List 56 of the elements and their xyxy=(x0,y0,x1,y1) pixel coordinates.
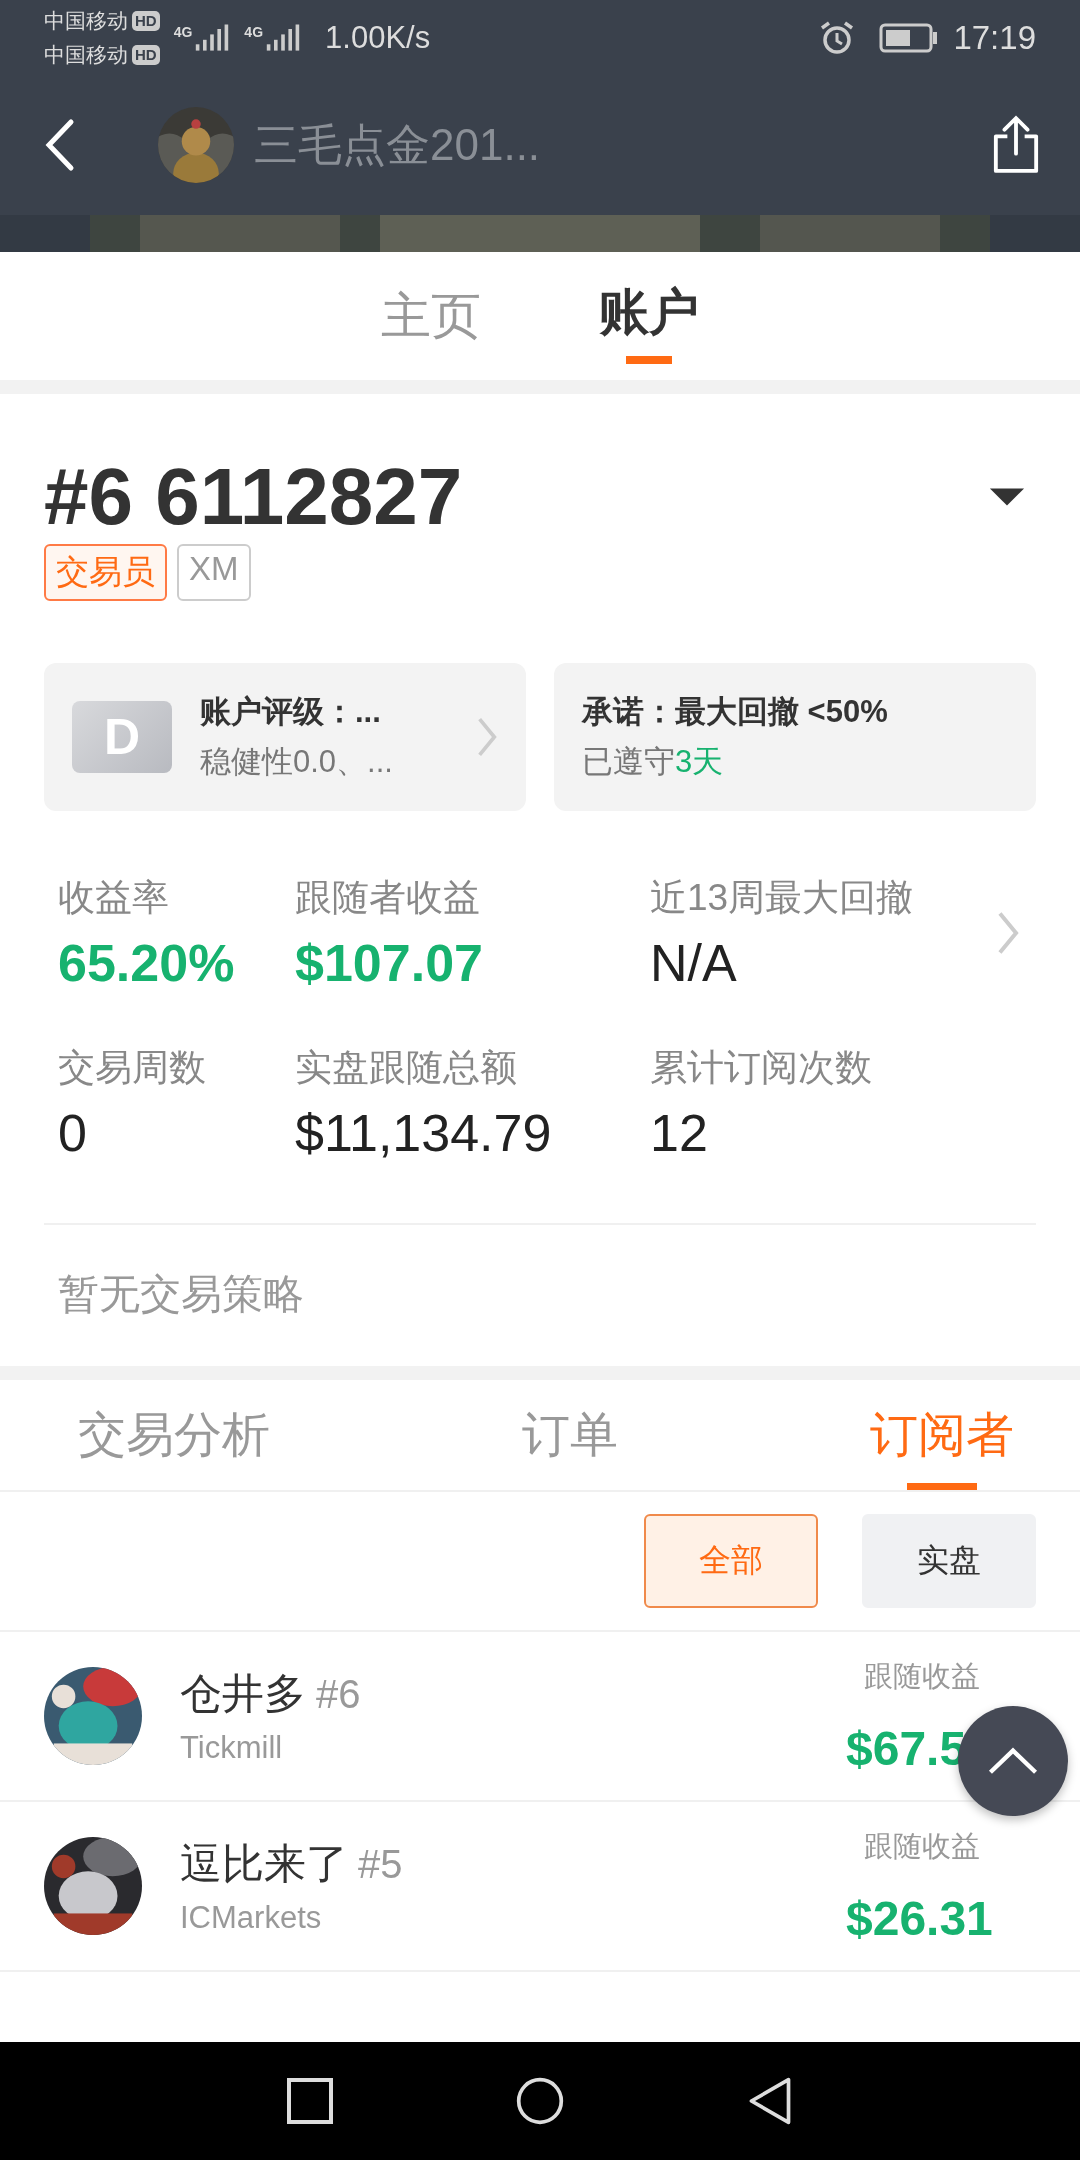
page-title: 三毛点金201... xyxy=(254,118,541,171)
broker-name: Tickmill xyxy=(180,1730,284,1766)
card-subtitle: 稳健性0.0、... xyxy=(200,743,394,781)
stat-value: $11,134.79 xyxy=(295,1103,553,1163)
compliance-status: 已遵守 xyxy=(582,744,675,779)
tab[interactable]: 主页 xyxy=(377,252,485,380)
carrier-name: 中国移动 xyxy=(44,41,128,68)
stat-value: N/A xyxy=(650,933,738,993)
signal-icon xyxy=(194,23,231,52)
tag: XM xyxy=(177,544,251,601)
card-title: 账户评级：... xyxy=(200,693,382,731)
network-speed: 1.00K/s xyxy=(325,19,431,56)
subscriber-name: 逗比来了 xyxy=(180,1839,348,1889)
subscriber-rank: #6 xyxy=(316,1672,361,1717)
strategy-text: 暂无交易策略 xyxy=(57,1270,305,1319)
home-icon[interactable] xyxy=(515,2076,565,2126)
stat-value: $107.07 xyxy=(295,933,484,993)
tag: 交易员 xyxy=(44,544,167,601)
stat-label: 交易周数 xyxy=(58,1046,207,1090)
hd-badge: HD xyxy=(132,10,160,31)
share-icon[interactable] xyxy=(992,115,1040,175)
grade-badge: D xyxy=(72,701,172,773)
network-type: 4G xyxy=(173,23,193,40)
clock-time: 17:19 xyxy=(953,18,1036,57)
account-number: #6 6112827 xyxy=(44,452,463,542)
stat-label: 实盘跟随总额 xyxy=(295,1046,518,1090)
filter-button[interactable]: 全部 xyxy=(644,1514,818,1608)
dropdown-icon[interactable] xyxy=(988,486,1026,508)
subscriber-name: 仓井多 xyxy=(180,1669,306,1719)
filter-button[interactable]: 实盘 xyxy=(862,1514,1036,1608)
stat-label: 跟随者收益 xyxy=(295,876,481,920)
stat-value: 0 xyxy=(58,1103,88,1163)
earnings-label: 跟随收益 xyxy=(864,1828,980,1864)
network-type: 4G xyxy=(244,23,264,40)
back-icon[interactable] xyxy=(44,118,76,172)
chevron-icon xyxy=(476,716,498,758)
broker-name: ICMarkets xyxy=(180,1900,323,1936)
subscriber-rank: #5 xyxy=(358,1842,403,1887)
stat-value: 65.20% xyxy=(58,933,236,993)
tab[interactable]: 订单 xyxy=(522,1380,618,1490)
stat-label: 近13周最大回撤 xyxy=(650,876,915,920)
compliance-days: 3天 xyxy=(675,744,724,779)
hd-badge: HD xyxy=(132,44,160,65)
earnings-value: $26.31 xyxy=(846,1890,993,1946)
battery-icon xyxy=(879,22,940,53)
signal-icon xyxy=(265,23,302,52)
stat-value: 12 xyxy=(650,1103,709,1163)
rating-card[interactable]: D 账户评级：... 稳健性0.0、... xyxy=(44,663,526,811)
carrier-name: 中国移动 xyxy=(44,7,128,34)
alarm-icon xyxy=(819,19,856,56)
card-title: 承诺：最大回撤 <50% xyxy=(582,693,889,731)
stat-label: 收益率 xyxy=(58,876,170,920)
stat-label: 累计订阅次数 xyxy=(650,1046,873,1090)
tab[interactable]: 交易分析 xyxy=(78,1380,270,1490)
earnings-label: 跟随收益 xyxy=(864,1658,980,1694)
recent-apps-icon[interactable] xyxy=(285,2076,335,2126)
